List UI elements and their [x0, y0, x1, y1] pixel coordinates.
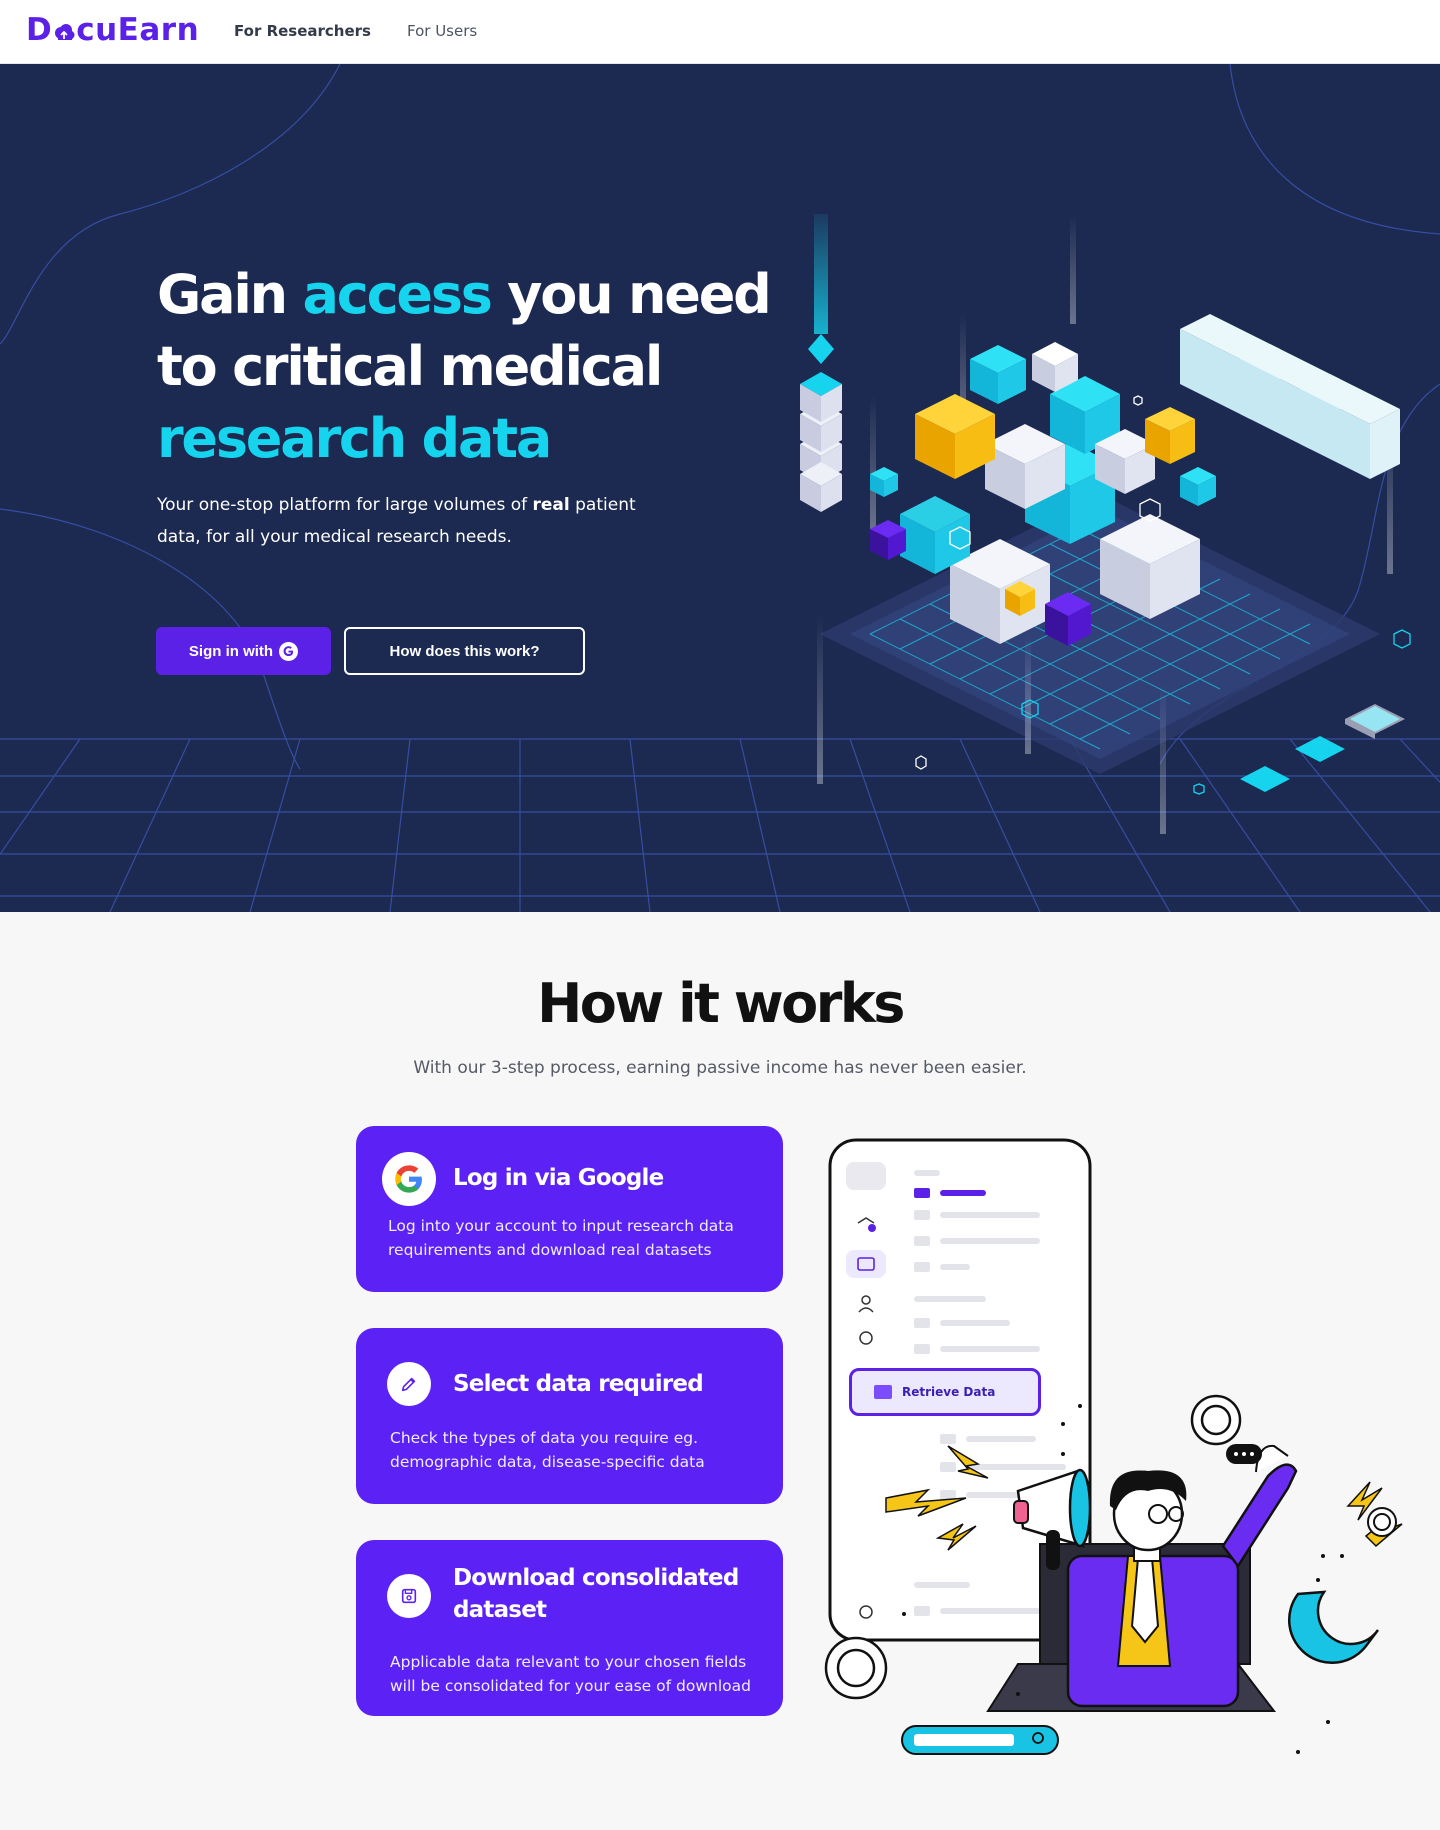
how-does-this-work-button[interactable]: How does this work? [344, 627, 585, 675]
hero-subtitle-bold: real [532, 495, 570, 515]
hero-title-part-1: Gain [157, 263, 303, 326]
hero-subtitle: Your one-stop platform for large volumes… [157, 489, 637, 553]
retrieve-data-label: Retrieve Data [902, 1385, 996, 1399]
sign-in-label: Sign in with [188, 642, 274, 660]
step-title: Log in via Google [453, 1165, 664, 1191]
step-card-download: Download consolidated dataset Applicable… [356, 1540, 783, 1716]
sign-in-google-button[interactable]: Sign in with [156, 627, 331, 675]
google-icon [382, 1152, 436, 1206]
step-card-login: Log in via Google Log into your account … [356, 1126, 783, 1292]
step-title: Download consolidated dataset [453, 1565, 739, 1623]
logo[interactable]: DcuEarn [26, 12, 199, 48]
step-card-select: Select data required Check the types of … [356, 1328, 783, 1504]
step-description: Log into your account to input research … [388, 1217, 734, 1259]
hero-subtitle-part-1: Your one-stop platform for large volumes… [157, 495, 533, 515]
google-icon [279, 641, 299, 661]
phone-marketing-illustration [824, 1138, 1403, 1755]
step-description: Check the types of data you require eg. … [390, 1429, 705, 1471]
cloud-icon [53, 14, 75, 40]
hero-title: Gain access you need to critical medical… [157, 259, 797, 475]
retrieve-data-button[interactable]: Retrieve Data [849, 1368, 1041, 1416]
nav-for-users[interactable]: For Users [407, 22, 477, 40]
hero-section: Gain access you need to critical medical… [0, 64, 1440, 912]
logo-text-end: cuEarn [76, 12, 200, 48]
nav-for-researchers[interactable]: For Researchers [234, 22, 371, 40]
isometric-data-illustration [800, 214, 1411, 834]
hero-title-accent-1: access [302, 263, 493, 326]
how-it-works-subtitle: With our 3-step process, earning passive… [413, 1058, 1027, 1078]
step-description: Applicable data relevant to your chosen … [390, 1653, 751, 1695]
how-it-works-title: How it works [537, 972, 905, 1035]
logo-text-start: D [26, 12, 53, 48]
folder-icon [874, 1385, 892, 1399]
hero-title-accent-2: research data [157, 407, 552, 470]
step-title: Select data required [453, 1371, 704, 1397]
pencil-icon [387, 1362, 431, 1406]
save-icon [387, 1574, 431, 1618]
top-navbar: DcuEarn For Researchers For Users [0, 0, 1440, 64]
